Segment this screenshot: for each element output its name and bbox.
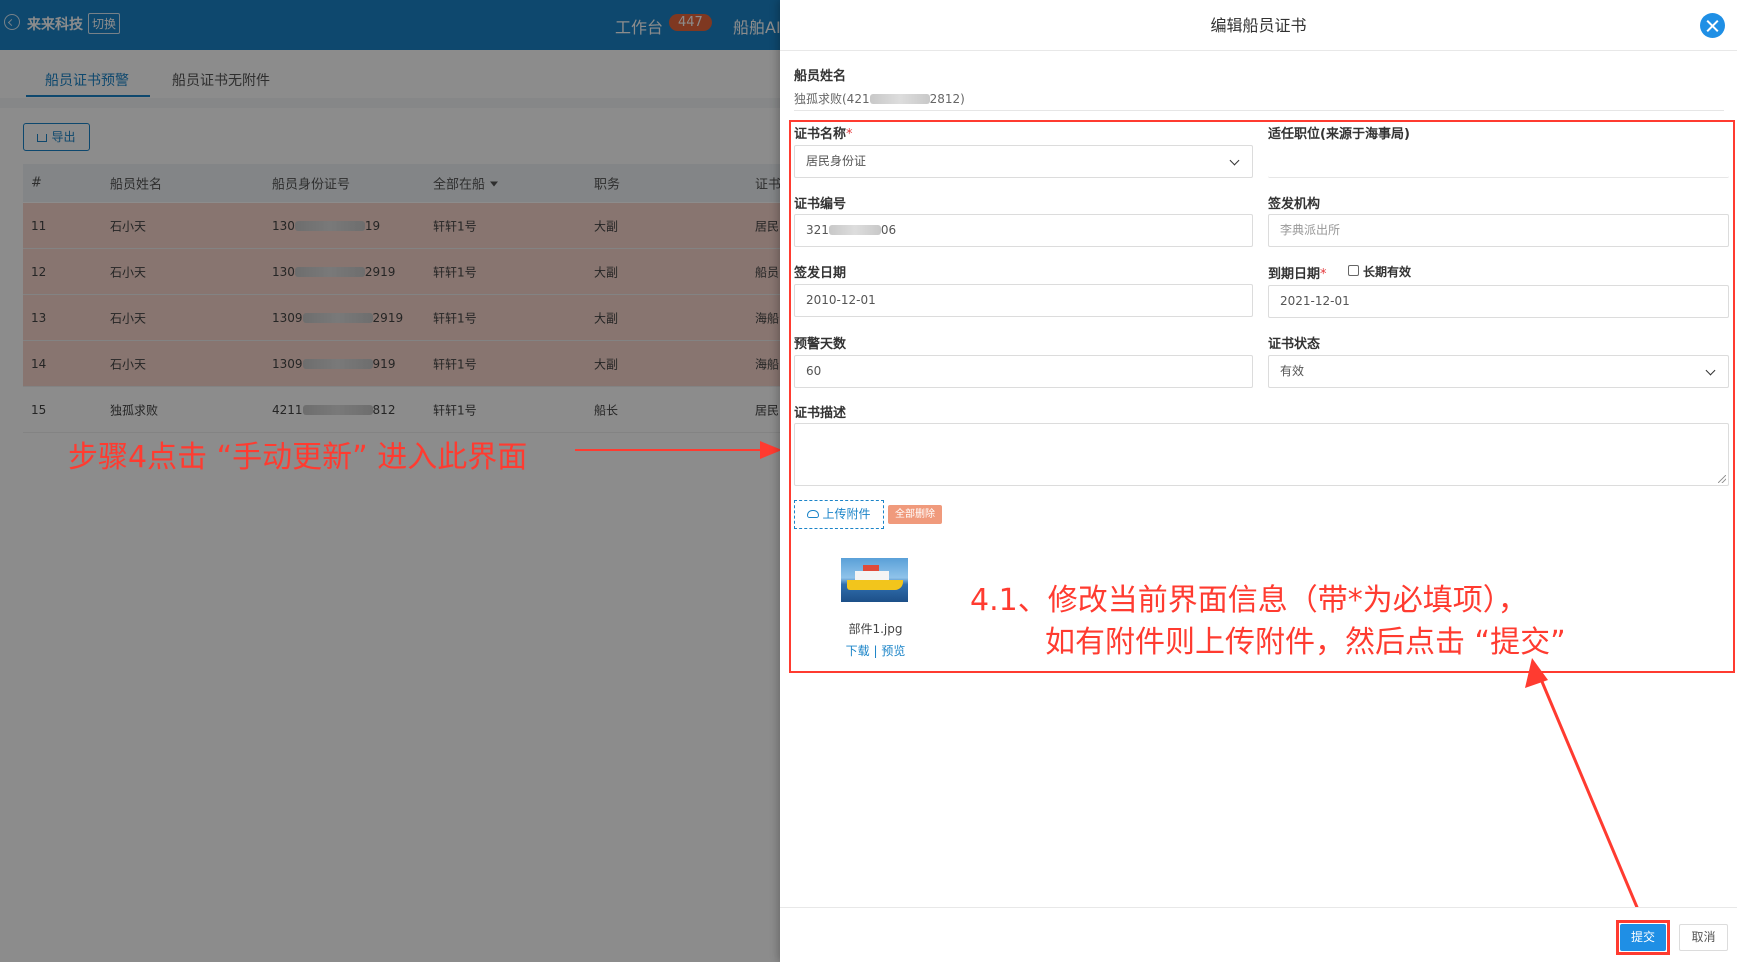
divider: [794, 110, 1724, 111]
annotation-arrow-head: [760, 441, 782, 459]
edit-cert-drawer: 编辑船员证书 船员姓名 独孤求败(421 2812) 证书名称* 居民身份证 适任…: [780, 0, 1737, 962]
close-icon[interactable]: [1700, 13, 1725, 38]
annotation-step4: 步骤4点击 “手动更新” 进入此界面: [68, 440, 528, 475]
crew-name-suffix: 2812): [929, 92, 965, 106]
crew-name-prefix: 独孤求败(421: [794, 92, 870, 106]
masked-id: [869, 94, 930, 104]
annotation-step41-line1: 4.1、修改当前界面信息（带*为必填项），: [970, 583, 1528, 618]
crew-name-value: 独孤求败(421 2812): [794, 90, 965, 107]
annotation-arrow-line: [575, 449, 765, 451]
modal-backdrop[interactable]: [0, 0, 790, 962]
arrow-shaft: [1533, 664, 1641, 913]
drawer-footer: 提交 取消: [780, 907, 1737, 962]
cancel-button[interactable]: 取消: [1679, 924, 1728, 951]
submit-button[interactable]: 提交: [1620, 924, 1666, 951]
crew-name-label: 船员姓名: [794, 69, 847, 84]
annotation-step41: 4.1、修改当前界面信息（带*为必填项）， 如有附件则上传附件，然后点击 “提交…: [970, 580, 1566, 664]
annotation-step41-line2: 如有附件则上传附件，然后点击 “提交”: [1045, 625, 1566, 660]
drawer-title: 编辑船员证书: [780, 0, 1737, 51]
